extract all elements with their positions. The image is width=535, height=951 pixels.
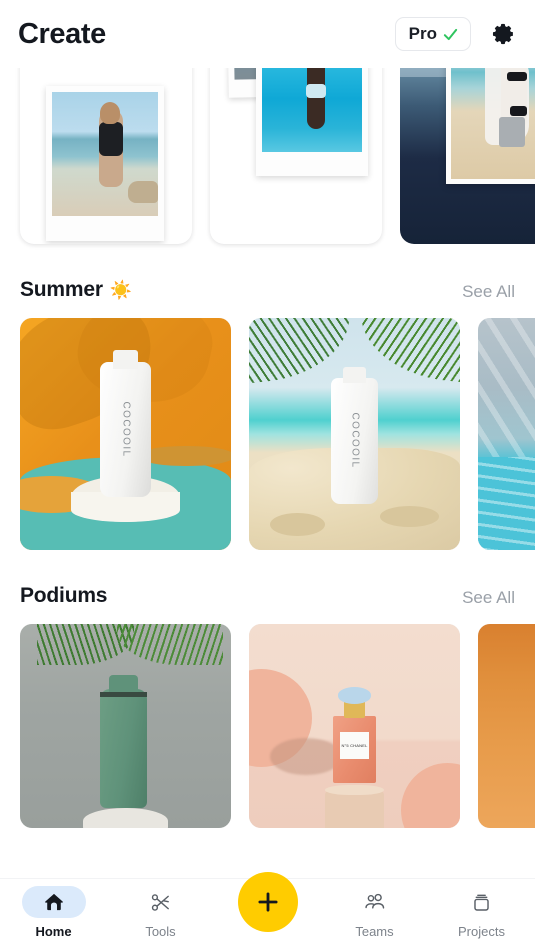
featured-card-1[interactable]	[20, 68, 192, 244]
summer-tile-2-artwork: COCOOIL	[249, 318, 460, 550]
nav-item-tools[interactable]: Tools	[107, 879, 214, 939]
podium-tile-3[interactable]	[478, 624, 535, 828]
summer-tile-1[interactable]: COCOOIL	[20, 318, 231, 550]
nav-label-projects: Projects	[458, 924, 505, 939]
podium-tile-2-product-label: N°5 CHANEL	[341, 742, 368, 748]
create-fab[interactable]	[237, 872, 298, 932]
nav-item-projects[interactable]: Projects	[428, 879, 535, 939]
section-title-summer-label: Summer	[20, 278, 103, 301]
plus-icon	[257, 892, 278, 912]
people-icon	[365, 893, 385, 909]
featured-card-1-artwork	[20, 68, 192, 244]
nav-item-teams[interactable]: Teams	[321, 879, 428, 939]
section-header-podiums: Podiums See All	[0, 584, 535, 608]
nav-tools-pill	[129, 886, 193, 918]
app-root: Create Pro Summer ☀️ See All COCOOIL COC…	[0, 0, 535, 951]
nav-label-teams: Teams	[355, 924, 394, 939]
summer-tile-2-product-label: COCOOIL	[348, 412, 360, 469]
podium-tile-3-artwork	[478, 624, 535, 828]
sun-icon: ☀️	[109, 279, 133, 300]
section-title-podiums-label: Podiums	[20, 584, 108, 607]
pro-badge-label: Pro	[408, 24, 437, 43]
podium-tile-2[interactable]: N°5 CHANEL	[249, 624, 460, 828]
nav-home-pill	[21, 886, 86, 918]
check-icon	[443, 28, 458, 40]
podium-tile-1-artwork	[20, 624, 231, 828]
summer-tile-3[interactable]	[478, 318, 535, 550]
featured-card-3[interactable]	[400, 68, 535, 244]
featured-card-3-artwork	[400, 68, 535, 244]
featured-card-2[interactable]	[210, 68, 382, 244]
section-title-summer: Summer ☀️	[20, 278, 132, 302]
summer-tile-3-artwork	[478, 318, 535, 550]
see-all-podiums[interactable]: See All	[462, 588, 515, 608]
page-title: Create	[18, 17, 106, 50]
summer-tile-row[interactable]: COCOOIL COCOOIL	[0, 318, 535, 550]
summer-tile-1-product-label: COCOOIL	[119, 401, 131, 458]
see-all-summer[interactable]: See All	[462, 282, 515, 302]
settings-button[interactable]	[489, 20, 517, 48]
app-header: Create Pro	[0, 0, 535, 68]
pro-badge[interactable]: Pro	[394, 17, 471, 51]
gear-icon	[492, 23, 513, 45]
featured-row[interactable]	[0, 68, 535, 244]
section-header-summer: Summer ☀️ See All	[0, 278, 535, 302]
podium-tile-2-artwork: N°5 CHANEL	[249, 624, 460, 828]
content-scroll-area[interactable]: Summer ☀️ See All COCOOIL COCOOIL Podium…	[0, 68, 535, 878]
podiums-tile-row[interactable]: N°5 CHANEL	[0, 624, 535, 828]
section-title-podiums: Podiums	[20, 584, 107, 608]
nav-item-home[interactable]: Home	[0, 879, 107, 939]
nav-teams-pill	[343, 886, 407, 918]
nav-label-home: Home	[35, 924, 72, 939]
fab-slot	[214, 872, 321, 932]
summer-tile-1-artwork: COCOOIL	[20, 318, 231, 550]
summer-tile-2[interactable]: COCOOIL	[249, 318, 460, 550]
nav-projects-pill	[450, 886, 514, 918]
bottom-navigation: Home Tools Teams Projects	[0, 872, 535, 951]
box-icon	[474, 894, 489, 911]
nav-label-tools: Tools	[145, 924, 176, 939]
scissors-icon	[151, 893, 169, 911]
podium-tile-1[interactable]	[20, 624, 231, 828]
home-icon	[44, 893, 63, 911]
featured-card-2-artwork	[210, 68, 382, 244]
